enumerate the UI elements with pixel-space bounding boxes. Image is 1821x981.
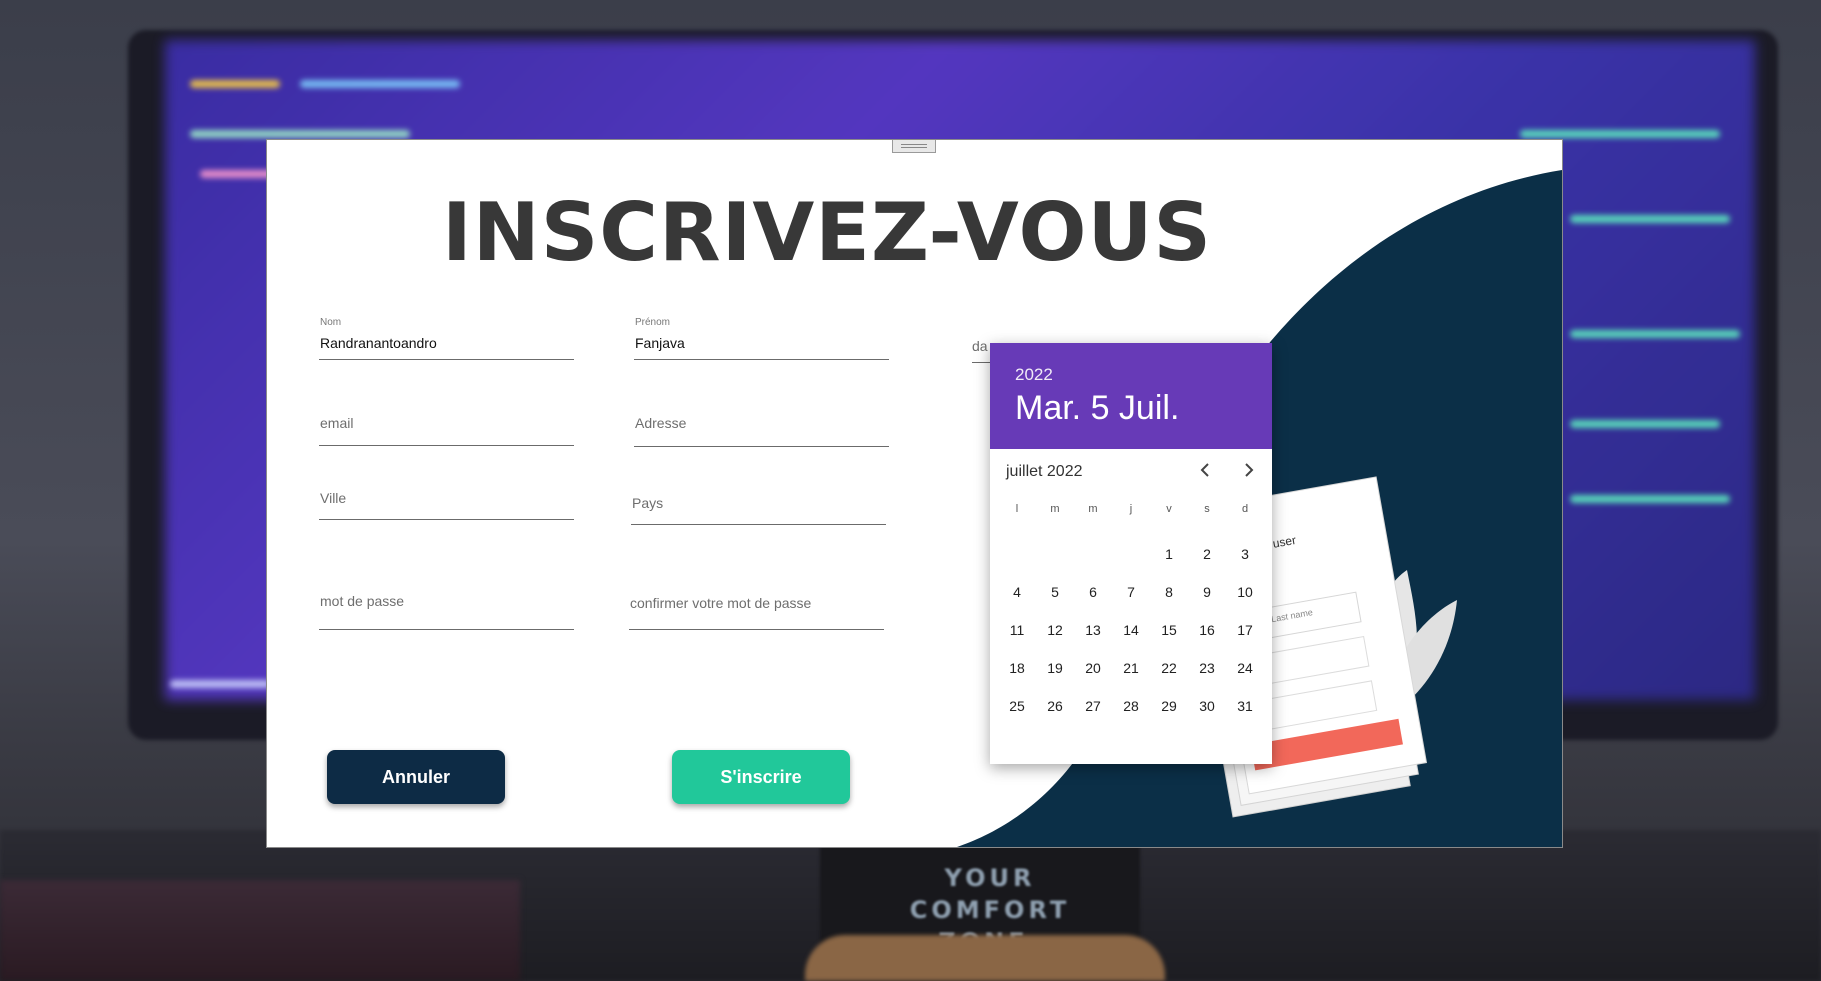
mug-line: COMFORT xyxy=(909,896,1071,924)
code-line xyxy=(170,680,270,688)
background-keyboard xyxy=(0,880,520,981)
day-cell[interactable]: 15 xyxy=(1150,611,1188,649)
day-grid: 1 2 3 4 5 6 7 8 9 10 11 12 13 14 15 16 17 18 19 20 21 22 23 24 2… xyxy=(998,535,1264,725)
ville-field[interactable]: Ville xyxy=(319,490,574,520)
email-field[interactable]: email xyxy=(319,415,574,446)
day-cell[interactable]: 18 xyxy=(998,649,1036,687)
day-cell[interactable]: 1 xyxy=(1150,535,1188,573)
code-line xyxy=(190,80,280,88)
day-cell[interactable]: 21 xyxy=(1112,649,1150,687)
day-cell[interactable]: 12 xyxy=(1036,611,1074,649)
day-cell[interactable]: 19 xyxy=(1036,649,1074,687)
email-placeholder: email xyxy=(320,415,354,431)
weekday-label: d xyxy=(1241,503,1249,515)
pays-placeholder: Pays xyxy=(632,495,664,511)
weekday-header-row: lmmjvsd xyxy=(998,503,1264,515)
weekday-label: l xyxy=(1015,503,1019,515)
code-line xyxy=(1570,330,1740,338)
day-cell[interactable]: 20 xyxy=(1074,649,1112,687)
prenom-field[interactable]: Prénom Fanjava xyxy=(634,317,889,360)
day-cell[interactable]: 30 xyxy=(1188,687,1226,725)
day-cell[interactable]: 9 xyxy=(1188,573,1226,611)
day-cell[interactable]: 17 xyxy=(1226,611,1264,649)
day-cell[interactable]: 25 xyxy=(998,687,1036,725)
background-cork-base xyxy=(805,935,1165,981)
day-cell[interactable]: 6 xyxy=(1074,573,1112,611)
code-line xyxy=(1570,215,1730,223)
weekday-label: m xyxy=(1050,503,1060,515)
day-cell[interactable]: 26 xyxy=(1036,687,1074,725)
weekday-label: j xyxy=(1129,503,1133,515)
birthdate-placeholder: da xyxy=(972,338,988,354)
day-cell[interactable]: 28 xyxy=(1112,687,1150,725)
code-line xyxy=(1570,420,1720,428)
day-cell[interactable]: 7 xyxy=(1112,573,1150,611)
next-month-button[interactable] xyxy=(1236,457,1262,483)
signup-window: INSCRIVEZ-VOUS Nom Randranantoandro Prén… xyxy=(267,140,1562,847)
weekday-label: m xyxy=(1088,503,1098,515)
chevron-left-icon xyxy=(1200,463,1209,477)
date-picker-selected-date: Mar. 5 Juil. xyxy=(1015,389,1180,427)
day-cell[interactable]: 2 xyxy=(1188,535,1226,573)
code-line xyxy=(1570,495,1730,503)
pays-field[interactable]: Pays xyxy=(631,495,886,525)
day-cell[interactable]: 23 xyxy=(1188,649,1226,687)
weekday-label: v xyxy=(1166,503,1172,515)
nom-label: Nom xyxy=(320,317,342,328)
day-cell[interactable]: 22 xyxy=(1150,649,1188,687)
signup-button[interactable]: S'inscrire xyxy=(672,750,850,804)
day-cell[interactable]: 29 xyxy=(1150,687,1188,725)
ville-placeholder: Ville xyxy=(320,490,347,506)
day-cell[interactable]: 10 xyxy=(1226,573,1264,611)
code-line xyxy=(190,130,410,138)
chevron-right-icon xyxy=(1245,463,1254,477)
mug-line: YOUR xyxy=(944,864,1036,892)
day-cell[interactable]: 11 xyxy=(998,611,1036,649)
date-picker-year[interactable]: 2022 xyxy=(1015,365,1053,385)
password-field[interactable]: mot de passe xyxy=(319,593,574,630)
weekday-label: s xyxy=(1204,503,1210,515)
day-cell[interactable]: 3 xyxy=(1226,535,1264,573)
previous-month-button[interactable] xyxy=(1192,457,1218,483)
password-placeholder: mot de passe xyxy=(320,593,405,609)
cancel-button[interactable]: Annuler xyxy=(327,750,505,804)
day-cell[interactable]: 16 xyxy=(1188,611,1226,649)
prenom-value: Fanjava xyxy=(635,335,685,351)
code-line xyxy=(1520,130,1720,138)
day-cell[interactable]: 31 xyxy=(1226,687,1264,725)
window-drag-handle[interactable] xyxy=(892,140,936,153)
prenom-label: Prénom xyxy=(635,317,671,328)
day-cell[interactable]: 5 xyxy=(1036,573,1074,611)
date-picker-month-nav: juillet 2022 xyxy=(990,449,1272,493)
date-picker-header: 2022 Mar. 5 Juil. xyxy=(990,343,1272,449)
nom-field[interactable]: Nom Randranantoandro xyxy=(319,317,574,360)
confirm-password-placeholder: confirmer votre mot de passe xyxy=(630,595,812,611)
nom-value: Randranantoandro xyxy=(320,335,437,351)
code-line xyxy=(300,80,460,88)
day-cell[interactable]: 27 xyxy=(1074,687,1112,725)
page-title: INSCRIVEZ-VOUS xyxy=(441,186,1213,279)
adresse-placeholder: Adresse xyxy=(635,415,687,431)
day-cell[interactable]: 14 xyxy=(1112,611,1150,649)
adresse-field[interactable]: Adresse xyxy=(634,415,889,447)
day-cell[interactable]: 8 xyxy=(1150,573,1188,611)
date-picker-month-label: juillet 2022 xyxy=(1006,463,1083,480)
day-cell[interactable]: 24 xyxy=(1226,649,1264,687)
day-cell[interactable]: 13 xyxy=(1074,611,1112,649)
date-picker-popup: 2022 Mar. 5 Juil. juillet 2022 lmmjvsd 1… xyxy=(990,343,1272,764)
confirm-password-field[interactable]: confirmer votre mot de passe xyxy=(629,595,884,630)
day-cell[interactable]: 4 xyxy=(998,573,1036,611)
